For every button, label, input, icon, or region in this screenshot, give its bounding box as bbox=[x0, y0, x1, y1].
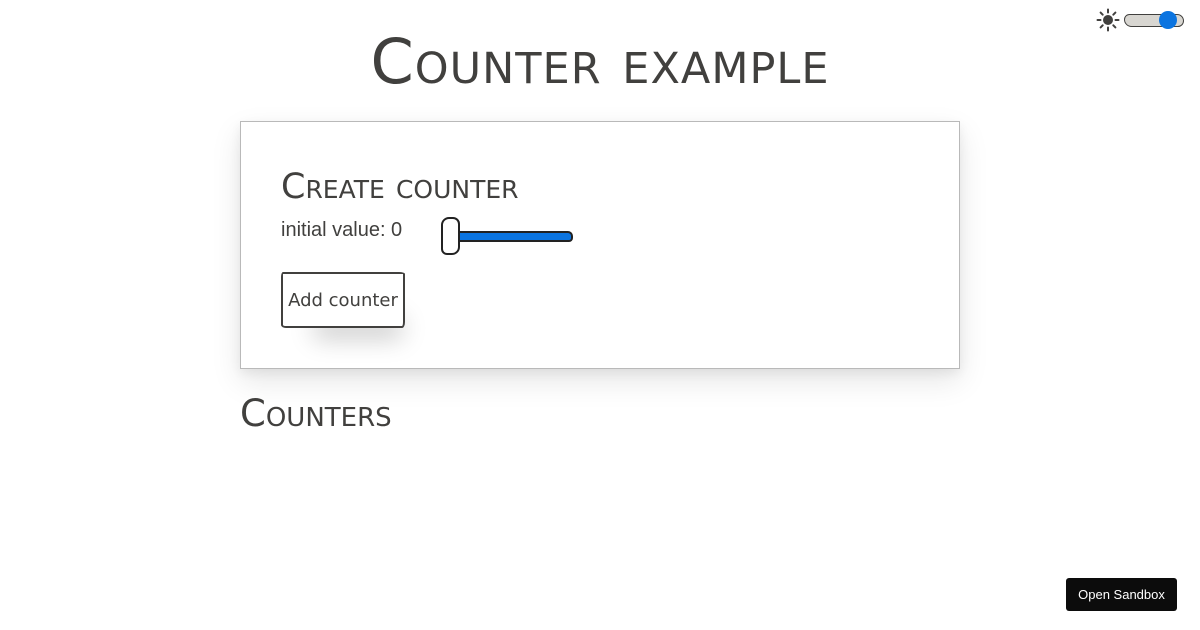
initial-value-slider[interactable] bbox=[441, 216, 573, 256]
add-counter-button[interactable]: Add counter bbox=[281, 272, 405, 328]
slider-track[interactable] bbox=[445, 231, 573, 242]
open-sandbox-button[interactable]: Open Sandbox bbox=[1066, 578, 1177, 611]
page-title: Counter example bbox=[370, 25, 830, 98]
slider-thumb[interactable] bbox=[441, 217, 460, 255]
initial-value-label: initial value: 0 bbox=[281, 219, 403, 241]
counters-heading: Counters bbox=[240, 392, 392, 435]
create-counter-card: Create counter initial value: 0 Add coun… bbox=[240, 121, 960, 369]
create-counter-title: Create counter bbox=[281, 167, 519, 207]
